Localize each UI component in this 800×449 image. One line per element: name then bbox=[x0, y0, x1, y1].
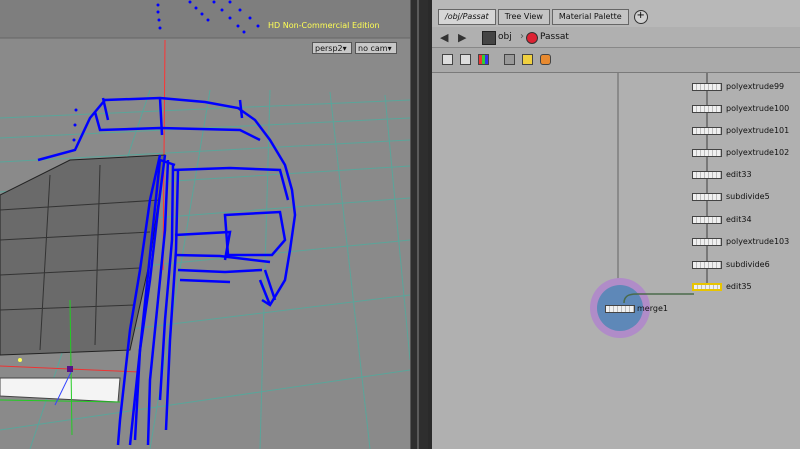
node-label: merge1 bbox=[637, 304, 668, 313]
forward-arrow-icon[interactable]: ▶ bbox=[458, 31, 466, 44]
camera-dropdown[interactable]: persp2▾ bbox=[312, 42, 352, 54]
tab-material-palette[interactable]: Material Palette bbox=[551, 9, 629, 25]
node-label: subdivide5 bbox=[726, 192, 770, 201]
tab-obj-passat[interactable]: /obj/Passat bbox=[438, 9, 496, 25]
node-edit33[interactable] bbox=[692, 171, 722, 179]
network-editor-panel: /obj/Passat Tree View Material Palette +… bbox=[428, 0, 800, 449]
node-edit34[interactable] bbox=[692, 216, 722, 224]
back-arrow-icon[interactable]: ◀ bbox=[440, 31, 448, 44]
breadcrumb-passat[interactable]: Passat bbox=[540, 30, 569, 44]
tab-tree-view[interactable]: Tree View bbox=[497, 9, 550, 25]
node-polyextrude103[interactable] bbox=[692, 238, 722, 246]
node-label: edit35 bbox=[726, 282, 752, 291]
obj-icon bbox=[482, 31, 496, 45]
node-label: edit34 bbox=[726, 215, 752, 224]
node-label: polyextrude102 bbox=[726, 148, 790, 157]
node-label: subdivide6 bbox=[726, 260, 770, 269]
panel-tabs: /obj/Passat Tree View Material Palette + bbox=[438, 9, 648, 25]
node-label: polyextrude101 bbox=[726, 126, 790, 135]
node-label: polyextrude103 bbox=[726, 237, 790, 246]
edition-label: HD Non-Commercial Edition bbox=[268, 21, 380, 30]
node-polyextrude100[interactable] bbox=[692, 105, 722, 113]
node-merge1[interactable] bbox=[605, 305, 635, 313]
breadcrumb-obj[interactable]: obj bbox=[498, 30, 512, 44]
network-toolbar bbox=[432, 48, 800, 73]
node-polyextrude99[interactable] bbox=[692, 83, 722, 91]
path-bar: ◀ ▶ obj › Passat bbox=[432, 27, 800, 48]
node-subdivide5[interactable] bbox=[692, 193, 722, 201]
sticky-note-icon[interactable] bbox=[522, 54, 533, 65]
network-canvas[interactable]: polyextrude99 polyextrude100 polyextrude… bbox=[432, 73, 800, 449]
viewport-scene bbox=[0, 0, 410, 449]
node-label: edit33 bbox=[726, 170, 752, 179]
plus-circle-icon[interactable]: + bbox=[633, 10, 648, 24]
node-polyextrude102[interactable] bbox=[692, 149, 722, 157]
geo-node-icon bbox=[526, 32, 538, 44]
list-mode-icon[interactable] bbox=[442, 54, 453, 65]
node-label: polyextrude100 bbox=[726, 104, 790, 113]
thumbnail-mode-icon[interactable] bbox=[460, 54, 471, 65]
node-polyextrude101[interactable] bbox=[692, 127, 722, 135]
node-subdivide6[interactable] bbox=[692, 261, 722, 269]
network-box-icon[interactable] bbox=[540, 54, 551, 65]
pane-divider[interactable] bbox=[410, 0, 429, 449]
node-label: polyextrude99 bbox=[726, 82, 785, 91]
grid-snap-icon[interactable] bbox=[504, 54, 515, 65]
viewport-3d[interactable]: HD Non-Commercial Edition persp2▾ no cam… bbox=[0, 0, 410, 449]
breadcrumb-separator-icon: › bbox=[520, 31, 524, 42]
color-palette-icon[interactable] bbox=[478, 54, 489, 65]
cam-dropdown[interactable]: no cam▾ bbox=[355, 42, 397, 54]
